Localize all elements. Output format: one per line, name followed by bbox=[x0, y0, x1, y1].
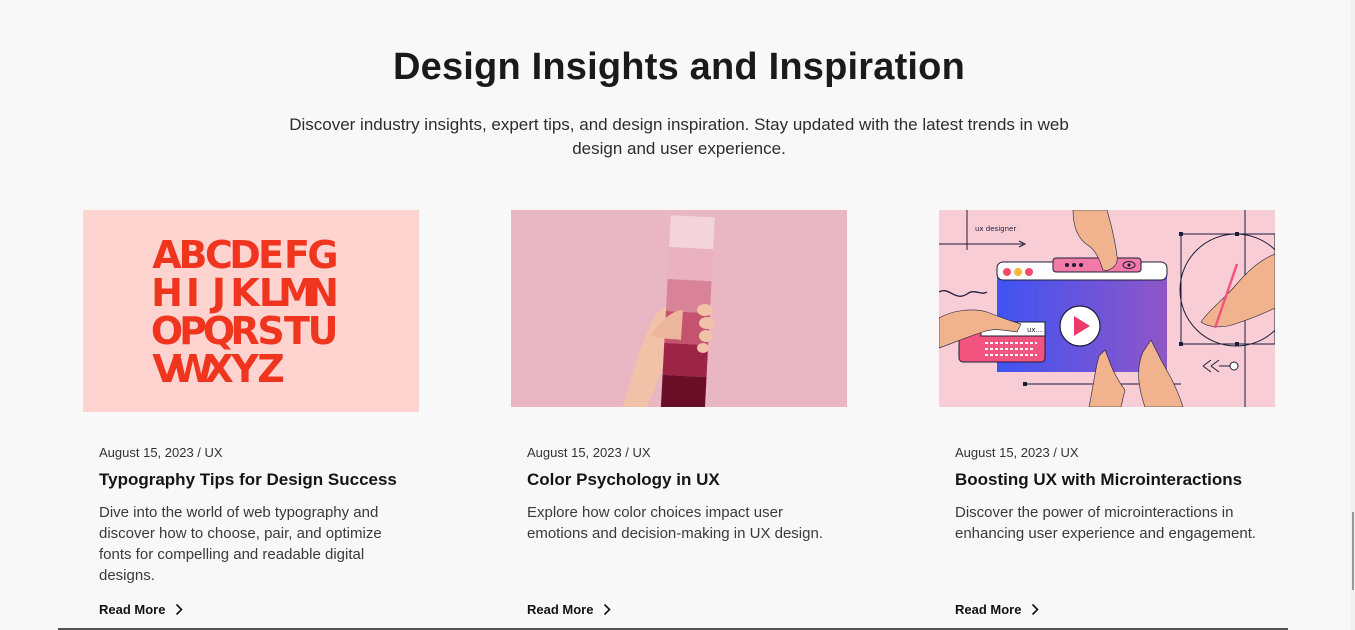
artwork-letter: Z bbox=[257, 347, 285, 391]
chevron-right-icon bbox=[176, 603, 184, 616]
artwork-letter: Y bbox=[230, 347, 259, 391]
alphabet-letters-image[interactable]: ABCDE FGH I J K LMNOPQRS TUVWXYZ bbox=[83, 210, 419, 412]
blog-card[interactable]: ux designer ux... August 15, 2023 / UX B… bbox=[939, 210, 1275, 617]
post-meta: August 15, 2023 / UX bbox=[527, 445, 651, 460]
artwork-letter: U bbox=[308, 309, 339, 353]
post-title[interactable]: Boosting UX with Microinteractions bbox=[955, 470, 1242, 490]
color-swatch-hand-image[interactable] bbox=[511, 210, 847, 407]
post-title[interactable]: Color Psychology in UX bbox=[527, 470, 720, 490]
blog-card[interactable]: August 15, 2023 / UX Color Psychology in… bbox=[511, 210, 847, 617]
ux-designer-label: ux designer bbox=[975, 225, 1016, 233]
post-meta: August 15, 2023 / UX bbox=[99, 445, 223, 460]
post-excerpt: Discover the power of microinteractions … bbox=[955, 504, 1257, 542]
read-more-label: Read More bbox=[527, 602, 594, 617]
blog-card[interactable]: ABCDEFGHIJKLMNOPQRSTUVWXYZ August 15, 20… bbox=[83, 210, 419, 617]
read-more-label: Read More bbox=[955, 602, 1022, 617]
chevron-right-icon bbox=[604, 603, 612, 616]
artwork-letter: T bbox=[284, 309, 310, 353]
ux-chip-label: ux... bbox=[1027, 326, 1042, 334]
post-excerpt: Explore how color choices impact user em… bbox=[527, 504, 823, 542]
ux-designer-illustration-image[interactable]: ux designer ux... bbox=[939, 210, 1275, 407]
post-meta: August 15, 2023 / UX bbox=[955, 445, 1079, 460]
read-more-link[interactable]: Read More bbox=[955, 602, 1040, 617]
read-more-link[interactable]: Read More bbox=[527, 602, 612, 617]
artwork-letter: X bbox=[204, 347, 233, 391]
chevron-right-icon bbox=[1032, 603, 1040, 616]
section-subtitle: Discover industry insights, expert tips,… bbox=[289, 115, 1069, 158]
post-excerpt: Dive into the world of web typography an… bbox=[99, 504, 382, 584]
read-more-label: Read More bbox=[99, 602, 166, 617]
scrollbar-thumb[interactable] bbox=[1352, 512, 1354, 590]
section-title: Design Insights and Inspiration bbox=[392, 46, 966, 88]
read-more-link[interactable]: Read More bbox=[99, 602, 184, 617]
post-title[interactable]: Typography Tips for Design Success bbox=[99, 470, 397, 490]
